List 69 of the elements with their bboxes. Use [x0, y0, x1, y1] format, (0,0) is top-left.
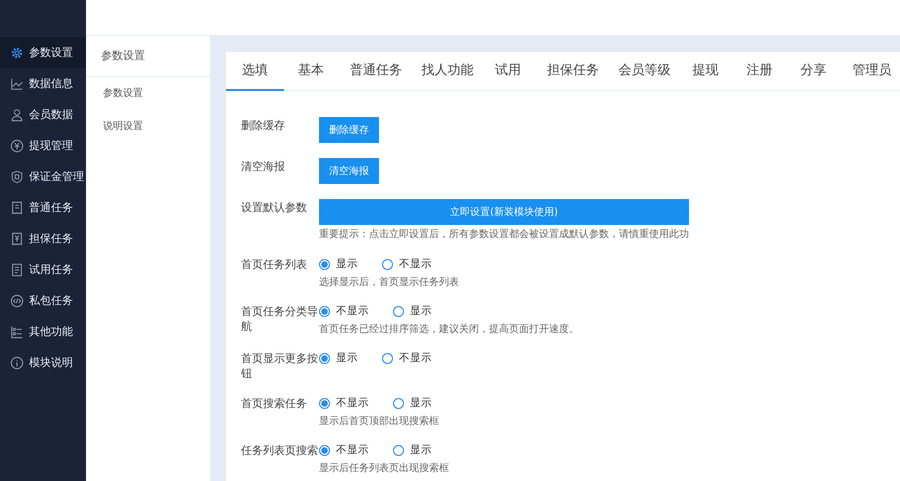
tab[interactable]: 选填 — [226, 52, 284, 91]
tab[interactable]: 担保任务 — [535, 52, 607, 90]
setting-label: 首页搜索任务 — [241, 396, 308, 411]
help-text: 显示后首页顶部出现搜索框 — [319, 414, 439, 428]
tab[interactable]: 试用 — [481, 52, 536, 90]
line-chart-icon — [10, 76, 24, 90]
radio-label[interactable]: 显示 — [336, 256, 358, 273]
radio-label[interactable]: 显示 — [410, 303, 432, 320]
tab[interactable]: 分享 — [786, 52, 840, 90]
tab[interactable]: 管理员 — [840, 52, 900, 90]
radio-label[interactable]: 不显示 — [336, 395, 369, 412]
receipt-icon — [10, 200, 24, 214]
code-icon — [10, 294, 24, 308]
document-icon — [10, 262, 24, 276]
radio-button[interactable] — [319, 259, 330, 270]
list-icon — [10, 324, 24, 338]
sidebar-item[interactable]: 提现管理 — [0, 130, 86, 161]
tab[interactable]: 会员等级 — [606, 52, 678, 90]
tab[interactable]: 普通任务 — [338, 52, 410, 90]
submenu-title: 参数设置 — [86, 36, 210, 77]
setting-label: 删除缓存 — [241, 118, 286, 133]
radio-button[interactable] — [319, 353, 330, 364]
shield-icon — [10, 170, 24, 184]
sidebar-item[interactable]: 模块说明 — [0, 347, 86, 378]
radio-label[interactable]: 不显示 — [336, 442, 369, 459]
setting-label: 任务列表页搜索 — [241, 443, 319, 458]
sidebar-item[interactable]: 数据信息 — [0, 68, 86, 99]
sidebar-item[interactable]: 试用任务 — [0, 254, 86, 285]
tab[interactable]: 基本 — [284, 52, 338, 90]
sidebar-item[interactable]: 普通任务 — [0, 192, 86, 223]
help-text: 选择显示后，首页显示任务列表 — [319, 276, 459, 289]
help-text: 显示后任务列表页出现搜索框 — [319, 462, 449, 475]
sidebar-item[interactable]: 担保任务 — [0, 223, 86, 254]
setting-label: 清空海报 — [241, 159, 286, 174]
sidebar-item[interactable]: 私包任务 — [0, 285, 86, 316]
sidebar-item[interactable]: 参数设置 — [0, 37, 86, 68]
info-icon — [10, 356, 24, 370]
setting-label: 设置默认参数 — [241, 200, 308, 215]
radio-button[interactable] — [393, 398, 404, 409]
yen-coin-icon — [10, 138, 24, 152]
radio-button[interactable] — [393, 445, 404, 456]
radio-button[interactable] — [319, 398, 330, 409]
radio-label[interactable]: 不显示 — [399, 350, 432, 367]
tab[interactable]: 找人功能 — [410, 52, 482, 90]
sidebar-item[interactable]: 会员数据 — [0, 99, 86, 130]
radio-label[interactable]: 显示 — [410, 395, 432, 412]
radio-button[interactable] — [393, 306, 404, 317]
sidebar-item[interactable]: 保证金管理 — [0, 161, 86, 192]
radio-button[interactable] — [382, 259, 393, 270]
yen-receipt-icon — [10, 232, 24, 246]
radio-label[interactable]: 显示 — [336, 350, 358, 367]
radio-label[interactable]: 不显示 — [399, 256, 432, 273]
radio-label[interactable]: 不显示 — [336, 303, 369, 320]
submenu-item[interactable]: 参数设置 — [86, 77, 210, 110]
settings-icon — [10, 46, 24, 60]
sidebar-item[interactable]: 其他功能 — [0, 316, 86, 347]
setting-label: 首页显示更多按钮 — [241, 351, 319, 381]
user-icon — [10, 108, 24, 122]
radio-button[interactable] — [319, 445, 330, 456]
setting-label: 首页任务列表 — [241, 257, 308, 272]
tab[interactable]: 注册 — [732, 52, 786, 90]
radio-button[interactable] — [319, 306, 330, 317]
radio-label[interactable]: 显示 — [410, 442, 432, 459]
tab[interactable]: 提现 — [678, 52, 732, 90]
radio-button[interactable] — [382, 353, 393, 364]
help-text: 重要提示：点击立即设置后，所有参数设置都会被设置成默认参数，请慎重使用此功 — [319, 228, 689, 241]
setting-label: 首页任务分类导航 — [241, 304, 319, 334]
help-text: 首页任务已经过排序筛选，建议关闭，提高页面打开速度。 — [319, 322, 579, 336]
submenu-item[interactable]: 说明设置 — [86, 110, 210, 143]
